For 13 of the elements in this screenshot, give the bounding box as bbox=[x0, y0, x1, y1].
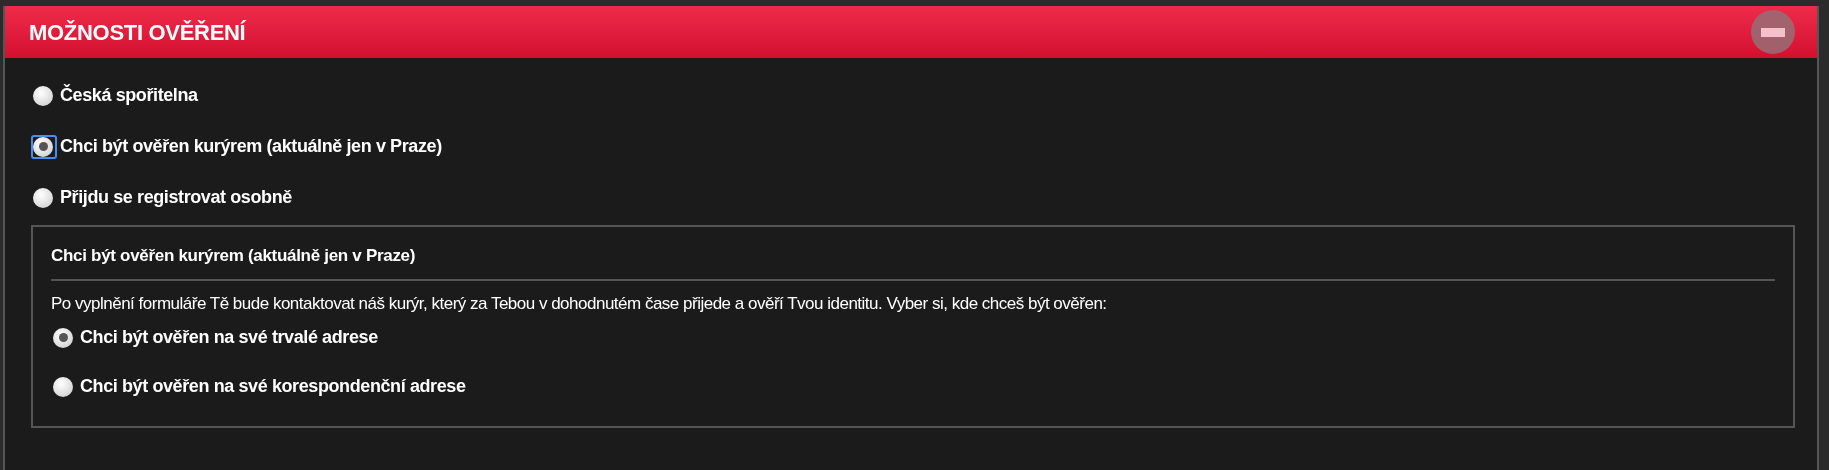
panel-title: MOŽNOSTI OVĚŘENÍ bbox=[29, 18, 246, 47]
radio-button[interactable] bbox=[53, 376, 73, 397]
description: Po vyplnění formuláře Tě bude kontaktovat náš kurýr, který za Tebou v dohodnutém čase přijede a ověří Tvou identitu. Vyber si, kde chceš být ověřen: bbox=[51, 292, 1108, 315]
option-label[interactable]: Chci být ověřen na své trvalé adrese bbox=[80, 324, 378, 351]
radio-button[interactable] bbox=[33, 187, 53, 208]
option-label[interactable]: Česká spořitelna bbox=[60, 82, 198, 109]
detail-title: Chci být ověřen kurýrem (aktuálně jen v Praze) bbox=[51, 243, 1775, 281]
radio-button[interactable] bbox=[53, 327, 73, 348]
option-label[interactable]: Chci být ověřen na své korespondenční adrese bbox=[80, 373, 466, 400]
option-label[interactable]: Chci být ověřen kurýrem (aktuálně jen v Praze) bbox=[60, 133, 442, 160]
collapse-button[interactable] bbox=[1751, 10, 1795, 54]
option-label[interactable]: Přijdu se registrovat osobně bbox=[60, 184, 292, 211]
radio-button[interactable] bbox=[33, 85, 53, 106]
